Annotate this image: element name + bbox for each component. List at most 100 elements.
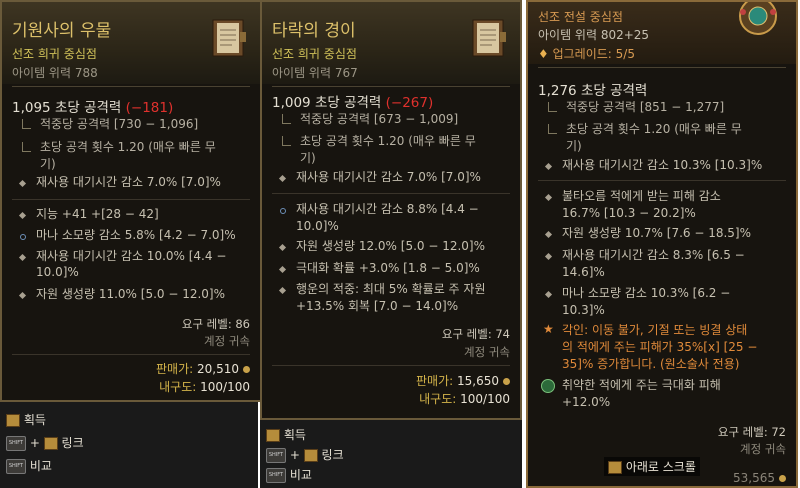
- chest-icon: [303, 449, 318, 462]
- affix-4-cont: +13.5% 회복 [7.0 − 14.0]%: [296, 299, 459, 313]
- shift-key-icon: SHIFT: [266, 468, 286, 483]
- divider: [538, 67, 786, 68]
- item-title: 타락의 경이: [272, 21, 356, 41]
- dps-stat: 1,009 초당 공격력 (−267): [272, 91, 433, 111]
- divider: [272, 86, 510, 87]
- compare-label: 비교: [289, 468, 312, 482]
- divider: [12, 86, 250, 87]
- branch-line: [22, 119, 31, 129]
- compare-hint[interactable]: SHIFT 비교: [6, 457, 52, 474]
- diamond-bullet-icon: [544, 252, 553, 261]
- link-label: 링크: [61, 436, 84, 450]
- sell-price-label: 판매가:: [156, 362, 194, 376]
- diamond-bullet-icon: [18, 253, 27, 262]
- divider: [12, 199, 250, 200]
- dps-stat: 1,095 초당 공격력 (−181): [12, 96, 173, 116]
- amulet-icon: [739, 2, 777, 35]
- affix-1-cont: 10.0]%: [296, 219, 339, 233]
- required-level: 요구 레벨: 74: [441, 327, 510, 341]
- circle-bullet-icon: [280, 208, 286, 214]
- item-tooltip-1: 기원사의 우물 선조 희귀 중심점 아이템 위력 788 1,095 초당 공격…: [0, 0, 262, 402]
- durability-value: 100/100: [200, 380, 250, 394]
- gold-coin-icon: [503, 378, 510, 385]
- shift-key-icon: SHIFT: [266, 448, 286, 463]
- sell-price-partial: 53,565: [733, 471, 786, 485]
- branch-line: [22, 142, 31, 152]
- affix-2: 마나 소모량 감소 5.8% [4.2 − 7.0]%: [36, 228, 236, 242]
- diamond-bullet-icon: [18, 211, 27, 220]
- account-bound: 계정 귀속: [740, 442, 786, 456]
- circle-bullet-icon: [20, 234, 26, 240]
- chest-icon: [6, 414, 20, 427]
- gem-affix-cont: +12.0%: [562, 395, 611, 409]
- diamond-bullet-icon: [278, 286, 287, 295]
- gold-coin-icon: [779, 475, 786, 482]
- affix-3: 재사용 대기시간 감소 8.3% [6.5 −: [562, 248, 745, 262]
- chest-icon: [43, 437, 58, 450]
- link-hint[interactable]: SHIFT + 링크: [6, 434, 84, 451]
- sell-price-label: 판매가:: [416, 374, 454, 388]
- branch-line: [282, 136, 291, 146]
- required-level: 요구 레벨: 86: [181, 317, 250, 331]
- affix-3: 재사용 대기시간 감소 10.0% [4.4 −: [36, 249, 227, 263]
- durability-value: 100/100: [460, 392, 510, 406]
- diamond-bullet-icon: [544, 193, 553, 202]
- affix-4: 마나 소모량 감소 10.3% [6.2 −: [562, 286, 731, 300]
- affix-4: 자원 생성량 11.0% [5.0 − 12.0]%: [36, 287, 226, 301]
- diamond-bullet-icon: [18, 291, 27, 300]
- link-label: 링크: [321, 448, 344, 462]
- aspect-line-3: 35]% 증가합니다. (원소술사 전용): [562, 357, 740, 371]
- diamond-bullet-icon: [544, 290, 553, 299]
- sell-price: 판매가: 15,650: [416, 372, 510, 389]
- damage-per-hit: 적중당 공격력 [673 − 1,009]: [300, 112, 459, 126]
- affix-3-cont: 10.0]%: [36, 265, 79, 279]
- durability-label: 내구도:: [419, 392, 457, 406]
- dps-stat: 1,276 초당 공격력: [538, 83, 648, 99]
- scroll-key-icon: [608, 461, 622, 474]
- diamond-bullet-icon: [278, 174, 287, 183]
- shift-key-icon: SHIFT: [6, 436, 26, 451]
- aspect-line-1: 각인: 이동 불가, 기절 또는 빙결 상태: [562, 323, 748, 337]
- item-title: 기원사의 우물: [12, 21, 112, 41]
- dps-delta: (−267): [385, 95, 434, 111]
- implicit-affix: 재사용 대기시간 감소 7.0% [7.0]%: [296, 170, 481, 184]
- footer-panel-mid: 획득 SHIFT + 링크 SHIFT 비교: [260, 420, 522, 488]
- item-tooltip-2: 타락의 경이 선조 희귀 중심점 아이템 위력 767 1,009 초당 공격력…: [260, 0, 522, 420]
- dps-value: 1,095 초당 공격력: [12, 100, 122, 116]
- item-type: 선조 희귀 중심점: [12, 47, 97, 61]
- upgrade-label: 업그레이드: 5/5: [552, 47, 635, 61]
- durability: 내구도: 100/100: [159, 378, 250, 395]
- scroll-hint[interactable]: 아래로 스크롤: [604, 457, 700, 476]
- branch-line: [282, 114, 291, 124]
- affix-1-cont: 16.7% [10.3 − 20.2]%: [562, 206, 696, 220]
- item-power: 아이템 위력 767: [272, 66, 358, 80]
- affix-4: 행운의 적중: 최대 5% 확률로 주 자원: [296, 282, 486, 296]
- diamond-bullet-icon: [544, 162, 553, 171]
- upgrade-diamond-icon: ♦: [538, 47, 549, 61]
- sell-price: 판매가: 20,510: [156, 360, 250, 377]
- acquire-hint[interactable]: 획득: [266, 426, 306, 443]
- affix-2: 자원 생성량 10.7% [7.6 − 18.5]%: [562, 226, 752, 240]
- branch-line: [548, 102, 557, 112]
- affix-1: 지능 +41 +[28 − 42]: [36, 207, 159, 221]
- dps-delta: (−181): [125, 100, 174, 116]
- attack-speed-cont: 기): [40, 157, 56, 171]
- compare-label: 비교: [29, 459, 52, 473]
- durability-label: 내구도:: [159, 380, 197, 394]
- damage-per-hit: 적중당 공격력 [851 − 1,277]: [566, 100, 725, 114]
- branch-line: [548, 124, 557, 134]
- affix-3-cont: 14.6]%: [562, 265, 605, 279]
- divider: [12, 354, 250, 355]
- item-power: 아이템 위력 788: [12, 66, 98, 80]
- durability: 내구도: 100/100: [419, 390, 510, 407]
- diamond-bullet-icon: [544, 230, 553, 239]
- diamond-bullet-icon: [278, 243, 287, 252]
- link-hint[interactable]: SHIFT + 링크: [266, 446, 344, 463]
- sell-price-value: 15,650: [457, 374, 499, 388]
- acquire-hint[interactable]: 획득: [6, 411, 46, 428]
- item-power: 아이템 위력 802+25: [538, 28, 650, 42]
- upgrade-status: ♦ 업그레이드: 5/5: [538, 45, 635, 62]
- attack-speed-cont: 기): [300, 151, 316, 165]
- compare-hint[interactable]: SHIFT 비교: [266, 466, 312, 483]
- divider: [272, 365, 510, 366]
